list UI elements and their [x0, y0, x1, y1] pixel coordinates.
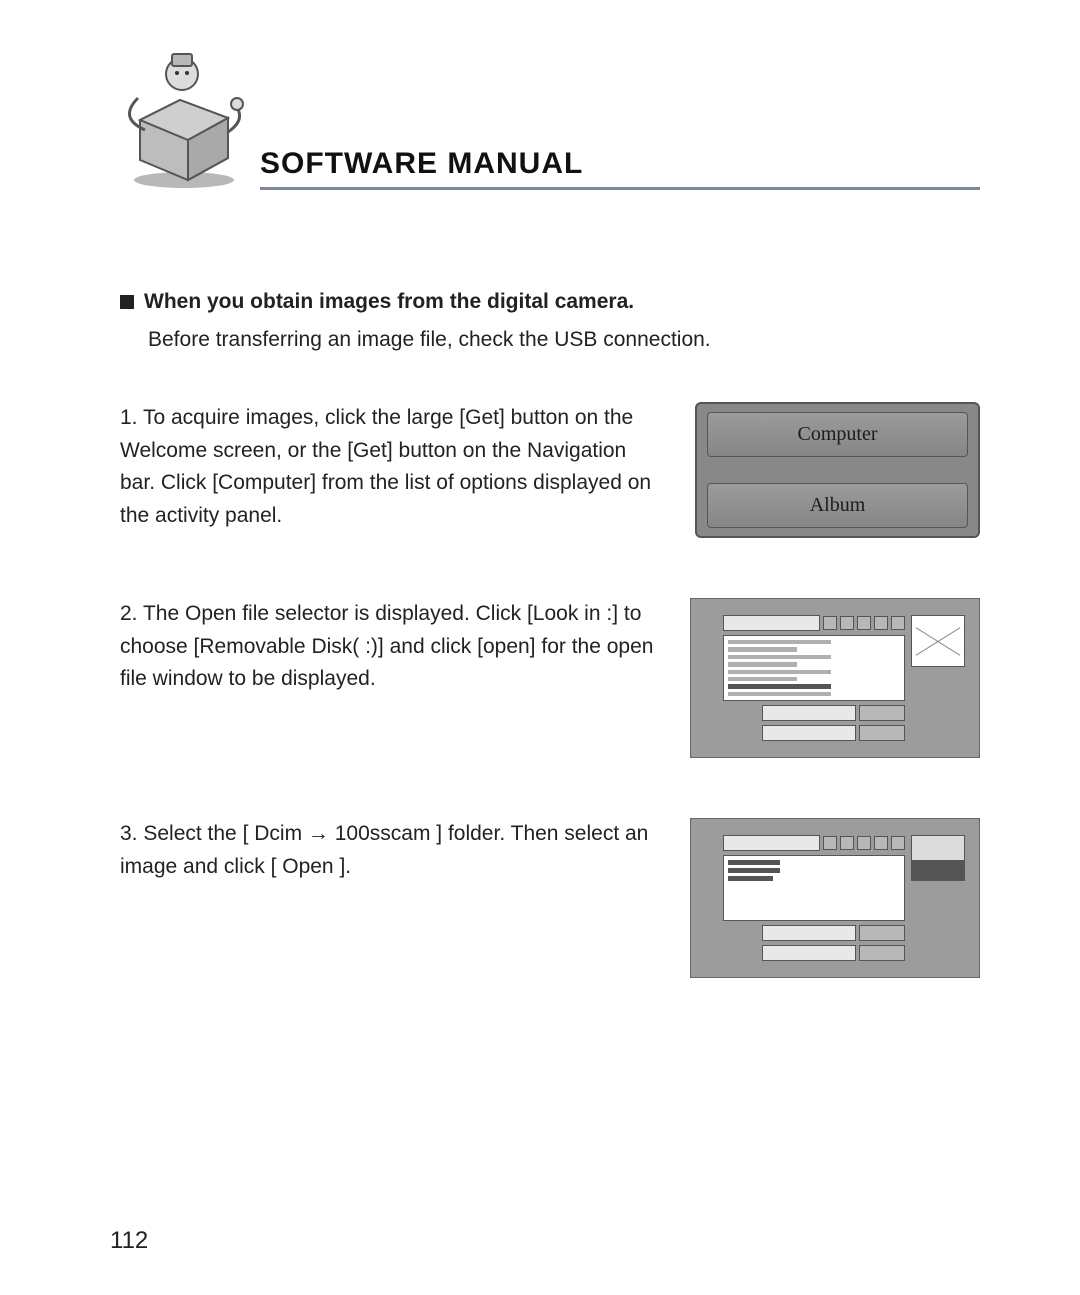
square-bullet-icon: [120, 295, 134, 309]
mascot-icon: [110, 40, 250, 190]
computer-button: Computer: [707, 412, 968, 457]
activity-panel: Computer Album: [695, 402, 980, 538]
section-intro: Before transferring an image file, check…: [148, 328, 980, 352]
section-heading: When you obtain images from the digital …: [144, 290, 634, 314]
title-rule: [260, 187, 980, 190]
section: When you obtain images from the digital …: [120, 290, 980, 978]
step-3: 3. Select the [ Dcim → 100sscam ] folder…: [120, 818, 980, 978]
page-number: 112: [110, 1227, 148, 1255]
header: SOFTWARE MANUAL: [110, 40, 980, 190]
step-1-text: 1. To acquire images, click the large [G…: [120, 402, 665, 532]
step-1: 1. To acquire images, click the large [G…: [120, 402, 980, 538]
preview-thumbnail-icon: [911, 835, 965, 881]
section-heading-row: When you obtain images from the digital …: [120, 290, 980, 314]
title-area: SOFTWARE MANUAL: [260, 147, 980, 190]
step-2-illustration: [690, 598, 980, 758]
step-3-illustration: [690, 818, 980, 978]
step-2-text: 2. The Open file selector is displayed. …: [120, 598, 660, 696]
open-dialog-thumbnail-2: [690, 818, 980, 978]
album-button: Album: [707, 483, 968, 528]
step-2: 2. The Open file selector is displayed. …: [120, 598, 980, 758]
step-3-text: 3. Select the [ Dcim → 100sscam ] folder…: [120, 818, 660, 883]
step-1-illustration: Computer Album: [695, 402, 980, 538]
no-preview-icon: [911, 615, 965, 667]
page: SOFTWARE MANUAL When you obtain images f…: [0, 0, 1080, 1295]
page-title: SOFTWARE MANUAL: [260, 147, 980, 181]
open-dialog-thumbnail: [690, 598, 980, 758]
